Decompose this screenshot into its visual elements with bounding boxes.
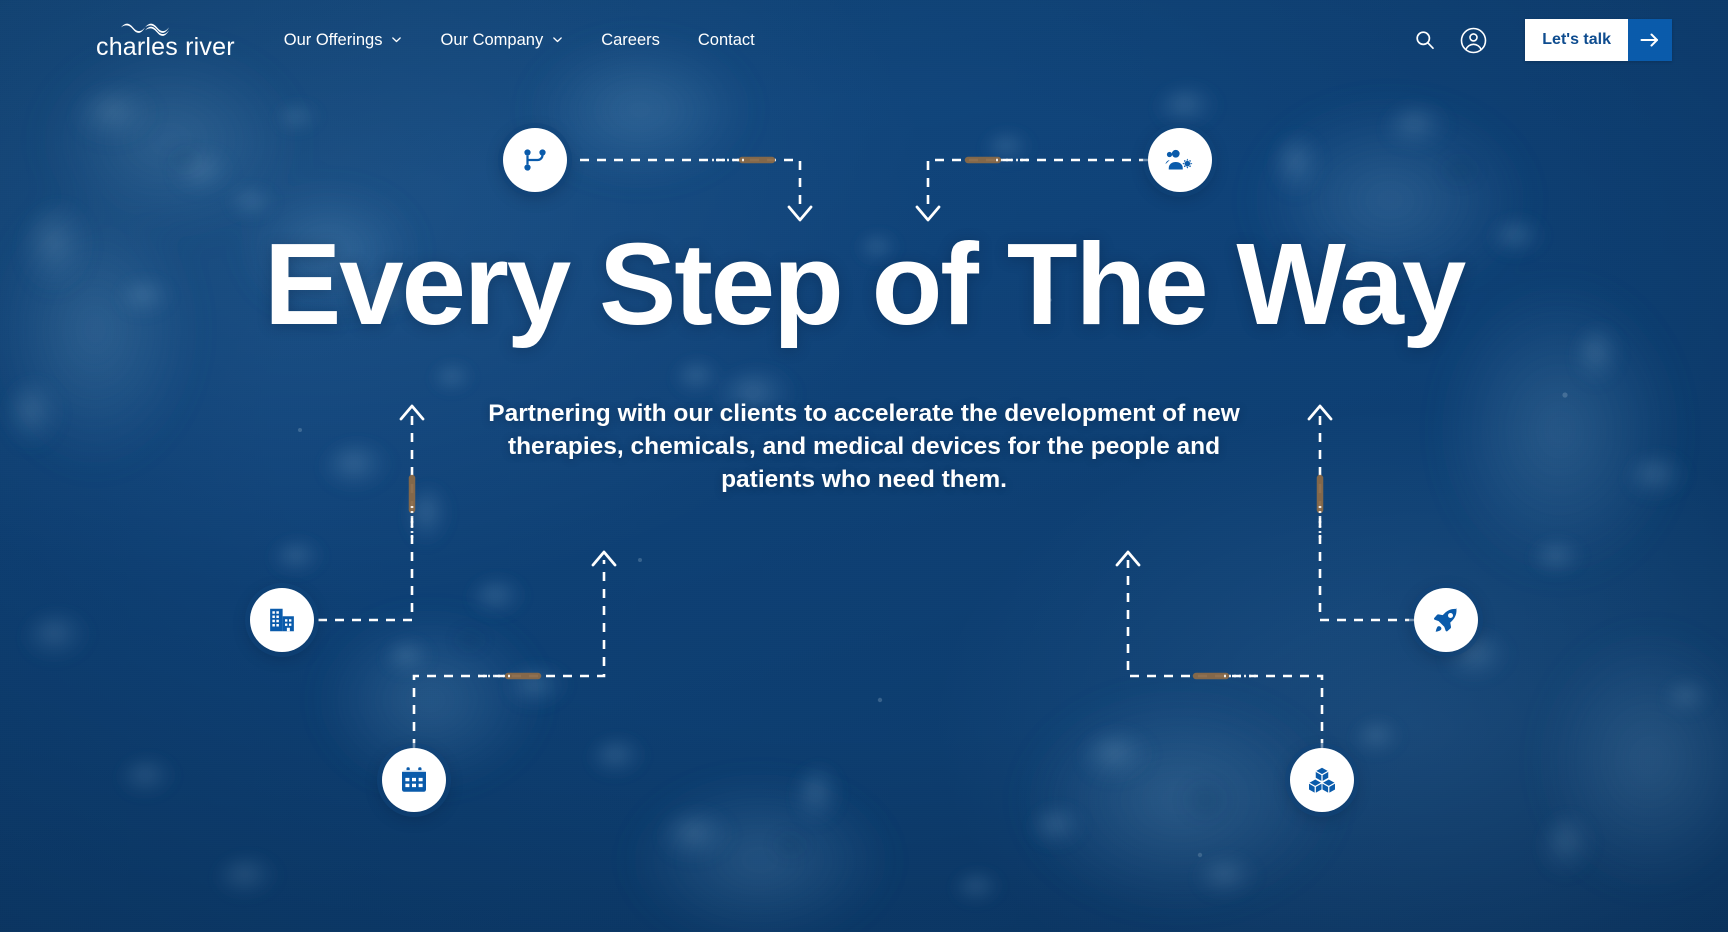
diagram-node-office-building[interactable] [250, 588, 314, 652]
users-gear-icon [1165, 149, 1193, 170]
diagram-node-calendar[interactable] [382, 748, 446, 812]
nav-item-our-offerings[interactable]: Our Offerings [265, 22, 422, 59]
nav-item-label: Our Offerings [283, 30, 383, 49]
brand-logo[interactable]: charles river [96, 21, 235, 60]
account-circle-icon [1460, 27, 1487, 53]
chevron-down-icon [392, 36, 402, 42]
stacked-cubes-icon [1308, 767, 1336, 793]
process-diagram [0, 0, 1728, 932]
lets-talk-arrow [1628, 19, 1672, 61]
diagram-node-rocket[interactable] [1414, 588, 1478, 652]
arrow-head-icon [787, 205, 813, 222]
site-header: charles river Our Offerings Our Company … [0, 0, 1728, 80]
lets-talk-label: Let's talk [1525, 19, 1628, 61]
nav-item-label: Our Company [440, 30, 544, 49]
calendar-icon [402, 767, 426, 792]
nav-item-careers[interactable]: Careers [582, 22, 679, 59]
diagram-node-users-gear[interactable] [1148, 128, 1212, 192]
header-actions: Let's talk [1414, 19, 1672, 61]
chevron-down-icon [553, 36, 563, 42]
nav-item-label: Careers [601, 30, 660, 49]
account-button[interactable] [1460, 27, 1487, 54]
nav-item-label: Contact [697, 30, 755, 49]
search-icon [1416, 31, 1435, 50]
nav-item-contact[interactable]: Contact [679, 22, 774, 59]
arrow-right-icon [1640, 33, 1658, 47]
diagram-node-branch-network[interactable] [503, 128, 567, 192]
branch-network-icon [524, 149, 546, 171]
primary-navigation: Our Offerings Our Company Careers Contac… [265, 22, 774, 59]
diagram-node-stacked-cubes[interactable] [1290, 748, 1354, 812]
brand-wordmark: charles river [96, 32, 235, 61]
connector-lines [318, 156, 1414, 748]
nav-item-our-company[interactable]: Our Company [421, 22, 582, 59]
rocket-icon [1433, 607, 1457, 632]
office-building-icon [270, 608, 294, 632]
search-button[interactable] [1414, 29, 1436, 51]
arrow-head-icon [915, 205, 941, 222]
lets-talk-button[interactable]: Let's talk [1525, 19, 1672, 61]
